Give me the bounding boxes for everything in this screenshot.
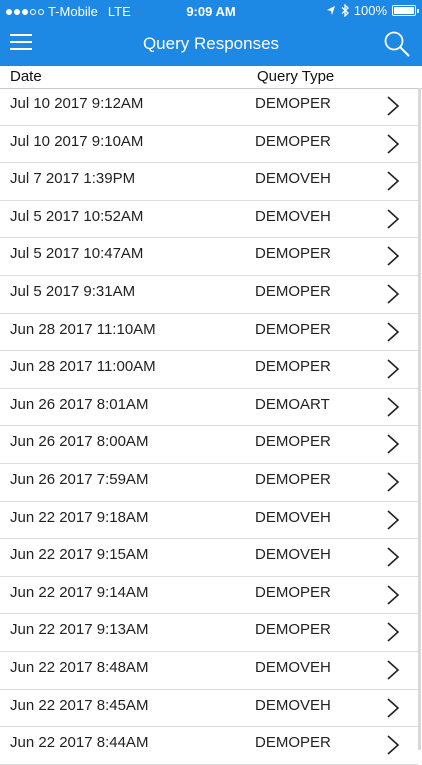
search-icon[interactable] bbox=[384, 31, 410, 57]
chevron-right-icon bbox=[387, 434, 400, 454]
row-query-type: DEMOPER bbox=[255, 95, 331, 112]
list-item[interactable]: Jul 5 2017 10:52AM DEMOVEH bbox=[0, 201, 418, 239]
chevron-right-icon bbox=[387, 585, 400, 605]
chevron-right-icon bbox=[387, 697, 400, 718]
location-icon bbox=[326, 6, 335, 15]
row-query-type: DEMOVEH bbox=[255, 658, 331, 676]
chevron-right-icon bbox=[387, 735, 400, 755]
list-item[interactable]: Jul 10 2017 9:12AM DEMOPER bbox=[0, 88, 418, 126]
row-date: Jul 5 2017 10:52AM bbox=[10, 207, 144, 225]
list-item[interactable]: Jun 22 2017 9:13AM DEMOPER bbox=[0, 614, 418, 652]
row-date: Jun 22 2017 9:15AM bbox=[10, 546, 149, 564]
row-query-type: DEMOPER bbox=[255, 433, 331, 451]
chevron-right-icon bbox=[387, 171, 400, 191]
list-item[interactable]: Jun 26 2017 8:00AM DEMOPER bbox=[0, 426, 418, 464]
list-item[interactable]: Jul 7 2017 1:39PM DEMOVEH bbox=[0, 163, 418, 201]
chevron-right-icon bbox=[387, 472, 400, 492]
list-item[interactable]: Jun 22 2017 8:48AM DEMOVEH bbox=[0, 652, 418, 690]
status-right: 100% bbox=[326, 3, 419, 18]
list-item[interactable]: Jun 22 2017 9:15AM DEMOVEH bbox=[0, 539, 418, 577]
row-query-type: DEMOVEH bbox=[255, 170, 331, 188]
row-date: Jun 22 2017 8:48AM bbox=[10, 658, 149, 676]
row-query-type: DEMOPER bbox=[255, 282, 331, 300]
column-header-query-type: Query Type bbox=[257, 68, 335, 85]
row-date: Jun 28 2017 11:10AM bbox=[10, 320, 156, 338]
chevron-right-icon bbox=[387, 246, 400, 266]
row-query-type: DEMOPER bbox=[255, 734, 331, 752]
list-item[interactable]: Jun 26 2017 8:01AM DEMOART bbox=[0, 389, 418, 427]
battery-percent: 100% bbox=[353, 3, 387, 18]
row-date: Jul 5 2017 9:31AM bbox=[10, 282, 136, 300]
row-date: Jun 22 2017 9:13AM bbox=[10, 621, 149, 639]
list-item[interactable]: Jul 5 2017 10:47AM DEMOPER bbox=[0, 238, 418, 276]
chevron-right-icon bbox=[387, 284, 400, 304]
column-header-date: Date bbox=[10, 68, 42, 85]
row-date: Jun 22 2017 8:45AM bbox=[10, 696, 149, 714]
chevron-right-icon bbox=[387, 660, 400, 680]
status-bar: T-Mobile LTE 9:09 AM 100% bbox=[0, 0, 422, 22]
row-date: Jun 22 2017 9:18AM bbox=[10, 508, 149, 526]
row-date: Jul 5 2017 10:47AM bbox=[10, 245, 144, 263]
chevron-right-icon bbox=[387, 397, 400, 417]
list-item[interactable]: Jun 22 2017 9:18AM DEMOVEH bbox=[0, 502, 418, 540]
list-item[interactable]: Jul 10 2017 9:10AM DEMOPER bbox=[0, 126, 418, 164]
row-query-type: DEMOPER bbox=[255, 621, 331, 639]
row-query-type: DEMOPER bbox=[255, 583, 331, 601]
row-query-type: DEMOART bbox=[255, 395, 330, 413]
nav-bar: Query Responses bbox=[0, 22, 422, 66]
list-item[interactable]: Jun 22 2017 8:45AM DEMOVEH bbox=[0, 690, 418, 728]
row-query-type: DEMOPER bbox=[255, 320, 331, 338]
row-date: Jun 26 2017 8:01AM bbox=[10, 395, 149, 413]
list-item[interactable]: Jun 22 2017 8:44AM DEMOPER bbox=[0, 727, 418, 765]
row-query-type: DEMOPER bbox=[255, 132, 331, 150]
chevron-right-icon bbox=[387, 209, 400, 229]
row-date: Jul 10 2017 9:10AM bbox=[10, 132, 144, 150]
list-item[interactable]: Jul 5 2017 9:31AM DEMOPER bbox=[0, 276, 418, 314]
row-query-type: DEMOPER bbox=[255, 358, 331, 376]
row-query-type: DEMOVEH bbox=[255, 508, 331, 526]
list-item[interactable]: Jun 22 2017 9:14AM DEMOPER bbox=[0, 577, 418, 615]
row-date: Jul 10 2017 9:12AM bbox=[10, 95, 144, 112]
row-query-type: DEMOVEH bbox=[255, 546, 331, 564]
row-date: Jun 26 2017 7:59AM bbox=[10, 470, 149, 488]
row-query-type: DEMOVEH bbox=[255, 696, 331, 714]
bluetooth-icon bbox=[341, 4, 349, 17]
row-query-type: DEMOPER bbox=[255, 470, 331, 488]
row-query-type: DEMOVEH bbox=[255, 207, 331, 225]
chevron-right-icon bbox=[387, 133, 400, 154]
chevron-right-icon bbox=[387, 622, 400, 642]
chevron-right-icon bbox=[387, 509, 400, 530]
scrollbar[interactable] bbox=[418, 88, 421, 750]
page-title: Query Responses bbox=[142, 34, 280, 53]
row-date: Jun 28 2017 11:00AM bbox=[10, 358, 156, 376]
row-date: Jul 7 2017 1:39PM bbox=[10, 170, 136, 188]
row-query-type: DEMOPER bbox=[255, 245, 331, 263]
battery-icon bbox=[392, 5, 419, 16]
row-date: Jun 22 2017 9:14AM bbox=[10, 583, 149, 601]
chevron-right-icon bbox=[387, 321, 400, 342]
list-item[interactable]: Jun 28 2017 11:00AM DEMOPER bbox=[0, 351, 418, 389]
chevron-right-icon bbox=[387, 359, 400, 379]
column-header: Date Query Type bbox=[0, 66, 422, 89]
row-date: Jun 22 2017 8:44AM bbox=[10, 734, 149, 752]
row-date: Jun 26 2017 8:00AM bbox=[10, 433, 149, 451]
list-item[interactable]: Jun 28 2017 11:10AM DEMOPER bbox=[0, 314, 418, 352]
list-item[interactable]: Jun 26 2017 7:59AM DEMOPER bbox=[0, 464, 418, 502]
query-response-list: Jul 10 2017 9:12AM DEMOPER Jul 10 2017 9:1… bbox=[0, 88, 418, 765]
chevron-right-icon bbox=[387, 547, 400, 567]
chevron-right-icon bbox=[387, 96, 400, 116]
